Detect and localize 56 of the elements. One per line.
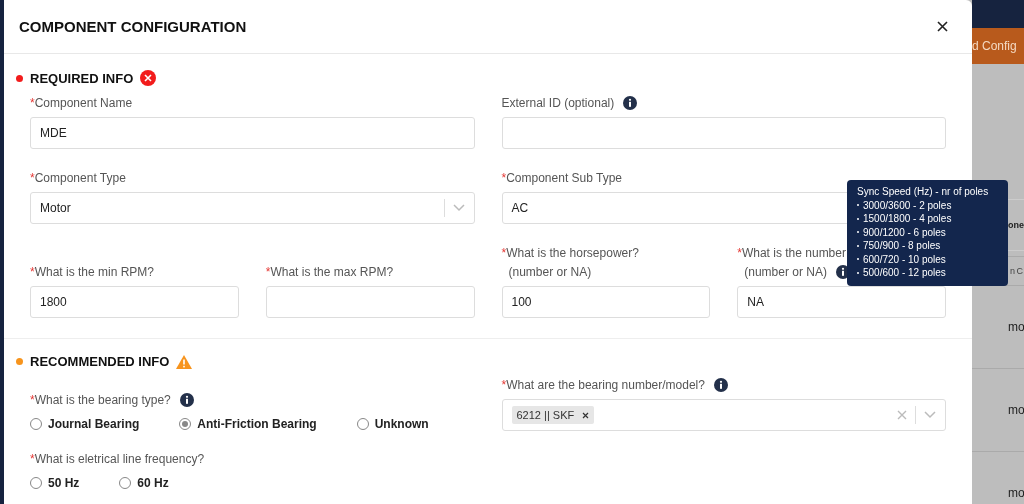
top-navigation-bar <box>972 0 1024 28</box>
field-label: *What is the horsepower? <box>501 246 639 260</box>
radio-option[interactable]: Journal Bearing <box>30 417 140 431</box>
table-cell: mo <box>1008 486 1024 500</box>
field-label: *What is the min RPM? <box>30 265 155 279</box>
close-button[interactable] <box>935 19 950 34</box>
modal-title: COMPONENT CONFIGURATION <box>19 18 247 35</box>
field-label: *What is the number <box>737 246 846 260</box>
remove-icon[interactable] <box>582 411 590 419</box>
field-label: *What are the bearing number/model? <box>501 378 705 392</box>
field-hint: (number or NA) <box>508 265 592 279</box>
field-label: *What is eletrical line frequency? <box>30 452 205 466</box>
text-field[interactable] <box>501 117 946 149</box>
info-icon[interactable] <box>179 393 194 407</box>
radio-button[interactable] <box>119 477 132 489</box>
selected-tag: 6212 || SKF <box>511 406 595 424</box>
text-field[interactable]: MDE <box>30 117 475 149</box>
tooltip-item: 900/1200 - 6 poles <box>863 225 946 239</box>
config-button[interactable]: d Config <box>972 28 1024 64</box>
multi-select-field[interactable]: 6212 || SKF <box>501 399 946 431</box>
text-field[interactable]: 100 <box>501 286 711 318</box>
section-title: RECOMMENDED INFO <box>30 354 170 369</box>
close-icon <box>937 21 948 32</box>
radio-button[interactable] <box>179 418 192 430</box>
status-dot <box>16 74 23 82</box>
field-hint: (number or NA) <box>744 265 827 279</box>
table-cell: mo <box>1008 320 1024 334</box>
radio-option[interactable]: 60 Hz <box>119 476 169 490</box>
radio-option[interactable]: 50 Hz <box>30 476 80 490</box>
text-field[interactable] <box>265 286 475 318</box>
text-field[interactable]: NA <box>737 286 946 318</box>
radio-button[interactable] <box>356 418 369 430</box>
radio-option[interactable]: Anti-Friction Bearing <box>179 417 317 431</box>
info-icon[interactable] <box>713 378 728 392</box>
field-label: *What is the bearing type? <box>30 393 171 407</box>
field-label: *Component Type <box>30 171 126 185</box>
field-label: *Component Sub Type <box>501 171 623 185</box>
tooltip-item: 500/600 - 12 poles <box>863 266 946 280</box>
table-cell: mo <box>1008 403 1024 417</box>
field-label: *What is the max RPM? <box>265 265 394 279</box>
info-icon[interactable] <box>623 96 638 110</box>
field-label: *Component Name <box>30 96 133 110</box>
chevron-down-icon <box>924 411 936 419</box>
status-dot <box>16 358 23 365</box>
tooltip-item: 600/720 - 10 poles <box>863 252 946 266</box>
select-field[interactable]: Motor <box>30 192 475 224</box>
section-title: REQUIRED INFO <box>30 70 134 86</box>
radio-button[interactable] <box>30 477 42 489</box>
field-label: External ID (optional) <box>501 96 615 110</box>
chevron-down-icon <box>452 204 465 212</box>
column-header: one <box>1008 220 1024 230</box>
radio-option[interactable]: Unknown <box>356 417 429 431</box>
radio-button[interactable] <box>30 418 42 430</box>
clear-icon[interactable] <box>897 410 907 420</box>
text-field[interactable]: 1800 <box>30 286 239 318</box>
tooltip-item: 750/900 - 8 poles <box>863 239 941 253</box>
